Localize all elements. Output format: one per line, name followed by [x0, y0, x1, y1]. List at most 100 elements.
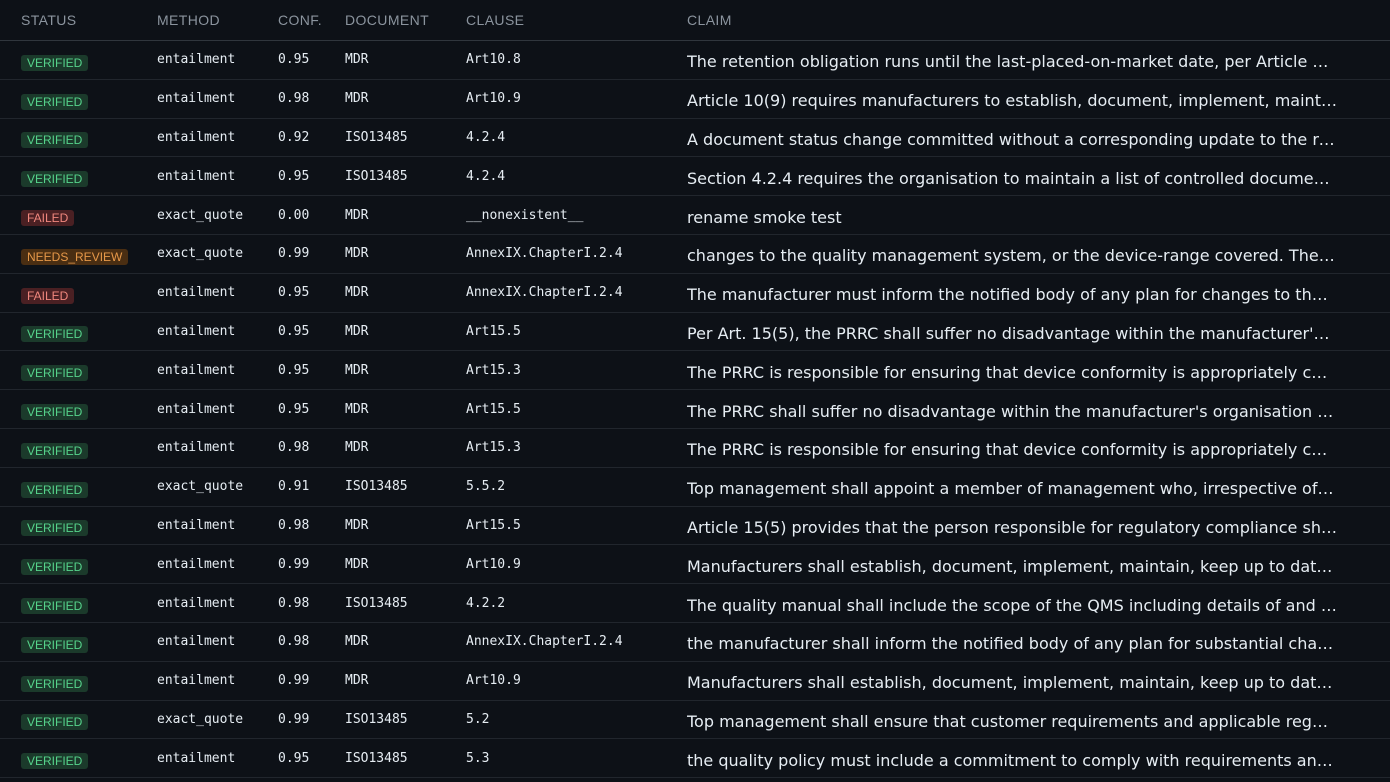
clause-cell: Art15.5 — [466, 323, 521, 339]
claim-text: Top management shall appoint a member of… — [687, 479, 1337, 499]
column-header-status[interactable]: STATUS — [0, 12, 157, 28]
status-cell: VERIFIED — [0, 553, 157, 576]
clause-cell: 4.2.2 — [466, 595, 506, 611]
table-row[interactable]: VERIFIED exact_quote 0.99 ISO13485 5.2 Top ma… — [0, 701, 1390, 740]
status-cell: VERIFIED — [0, 126, 157, 149]
table-row[interactable]: VERIFIED entailment 0.98 MDR Art15.3 The PRRC… — [0, 429, 1390, 468]
document-cell: MDR — [345, 673, 369, 689]
document-cell: ISO13485 — [345, 479, 408, 495]
confidence-cell: 0.99 — [278, 711, 310, 727]
status-badge: VERIFIED — [21, 132, 89, 149]
clause-cell: AnnexIX.ChapterI.2.4 — [466, 634, 623, 650]
claim-text: The PRRC is responsible for ensuring tha… — [687, 362, 1337, 382]
table-row[interactable]: NEEDS_REVIEW exact_quote 0.99 MDR AnnexIX.Ch… — [0, 235, 1390, 274]
status-cell: VERIFIED — [0, 165, 157, 188]
status-badge: VERIFIED — [21, 54, 89, 71]
claim-text: A document status change committed witho… — [687, 129, 1337, 149]
table-row[interactable]: VERIFIED entailment 0.95 MDR Art15.5 The PRRC… — [0, 390, 1390, 429]
confidence-cell: 0.99 — [278, 246, 310, 262]
method-cell: exact_quote — [157, 246, 244, 262]
method-cell: exact_quote — [157, 207, 244, 223]
claim-cell: Top management shall ensure that custome… — [687, 708, 1337, 731]
claim-cell: Manufacturers shall establish, document,… — [687, 553, 1337, 576]
table-row[interactable]: VERIFIED entailment 0.95 MDR Art15.3 The PRRC… — [0, 351, 1390, 391]
confidence-cell: 0.91 — [278, 479, 310, 495]
column-header-document[interactable]: DOCUMENT — [345, 12, 466, 28]
status-badge: VERIFIED — [21, 93, 89, 110]
confidence-cell: 0.95 — [278, 285, 310, 301]
table-row[interactable]: VERIFIED entailment 0.95 ISO13485 4.2.4 Secti… — [0, 157, 1390, 197]
table-row[interactable]: VERIFIED entailment 0.98 MDR Art10.9 Article … — [0, 80, 1390, 119]
column-header-method[interactable]: METHOD — [157, 12, 278, 28]
document-cell: MDR — [345, 634, 369, 650]
clause-cell: 5.2 — [466, 711, 490, 727]
claim-cell: The retention obligation runs until the … — [687, 48, 1337, 71]
table-row[interactable]: VERIFIED entailment 0.95 ISO13485 5.3 the qua… — [0, 739, 1390, 779]
status-badge: VERIFIED — [21, 753, 89, 770]
table-row[interactable]: VERIFIED entailment 0.98 MDR Art15.5 Article … — [0, 507, 1390, 546]
document-cell: ISO13485 — [345, 129, 408, 145]
table-row[interactable]: VERIFIED entailment 0.99 MDR Art10.9 Manufact… — [0, 662, 1390, 701]
column-header-clause[interactable]: CLAUSE — [466, 12, 687, 28]
column-header-claim[interactable]: CLAIM — [687, 12, 1337, 28]
table-row[interactable]: VERIFIED entailment 0.95 MDR Art10.8 The rete… — [0, 41, 1390, 80]
confidence-cell: 0.95 — [278, 362, 310, 378]
status-cell: VERIFIED — [0, 631, 157, 653]
status-cell: NEEDS_REVIEW — [0, 243, 157, 265]
document-cell: MDR — [345, 362, 369, 378]
confidence-cell: 0.95 — [278, 323, 310, 339]
status-badge: VERIFIED — [21, 442, 89, 459]
claim-cell: Article 15(5) provides that the person r… — [687, 514, 1337, 537]
clause-cell: 5.3 — [466, 750, 490, 766]
table-row[interactable]: FAILED exact_quote 0.00 MDR __nonexistent__ r… — [0, 196, 1390, 235]
table-row[interactable]: FAILED entailment 0.95 MDR AnnexIX.ChapterI.… — [0, 274, 1390, 313]
clause-cell: Art15.3 — [466, 440, 521, 456]
claim-text: the manufacturer shall inform the notifi… — [687, 634, 1337, 654]
status-badge: VERIFIED — [21, 598, 89, 615]
status-badge: FAILED — [21, 210, 75, 227]
document-cell: MDR — [345, 52, 369, 68]
clause-cell: 4.2.4 — [466, 129, 506, 145]
clause-cell: Art10.9 — [466, 556, 521, 572]
confidence-cell: 0.95 — [278, 52, 310, 68]
claim-text: Article 10(9) requires manufacturers to … — [687, 91, 1337, 111]
claim-text: The PRRC shall suffer no disadvantage wi… — [687, 401, 1337, 421]
status-badge: VERIFIED — [21, 636, 89, 653]
status-badge: VERIFIED — [21, 714, 89, 731]
table-body: VERIFIED entailment 0.95 MDR Art10.8 The rete… — [0, 41, 1390, 779]
method-cell: entailment — [157, 362, 236, 378]
claim-text: Section 4.2.4 requires the organisation … — [687, 168, 1337, 188]
claim-text: The quality manual shall include the sco… — [687, 595, 1337, 615]
column-header-confidence[interactable]: CONF. — [278, 12, 345, 28]
status-cell: FAILED — [0, 282, 157, 304]
status-cell: VERIFIED — [0, 476, 157, 498]
method-cell: entailment — [157, 673, 236, 689]
document-cell: MDR — [345, 246, 369, 262]
confidence-cell: 0.99 — [278, 673, 310, 689]
table-header: STATUS METHOD CONF. DOCUMENT CLAUSE CLAI… — [0, 0, 1390, 41]
table-row[interactable]: VERIFIED entailment 0.99 MDR Art10.9 Manufact… — [0, 545, 1390, 585]
claim-cell: The PRRC shall suffer no disadvantage wi… — [687, 398, 1337, 421]
claim-cell: Manufacturers shall establish, document,… — [687, 669, 1337, 692]
method-cell: exact_quote — [157, 711, 244, 727]
clause-cell: __nonexistent__ — [466, 207, 584, 223]
table-row[interactable]: VERIFIED exact_quote 0.91 ISO13485 5.5.2 Top … — [0, 468, 1390, 507]
table-row[interactable]: VERIFIED entailment 0.95 MDR Art15.5 Per Art.… — [0, 313, 1390, 352]
confidence-cell: 0.98 — [278, 517, 310, 533]
table-row[interactable]: VERIFIED entailment 0.92 ISO13485 4.2.4 A doc… — [0, 119, 1390, 158]
status-cell: VERIFIED — [0, 514, 157, 537]
table-row[interactable]: VERIFIED entailment 0.98 MDR AnnexIX.Chapter… — [0, 623, 1390, 662]
claim-text: Manufacturers shall establish, document,… — [687, 556, 1337, 576]
method-cell: exact_quote — [157, 479, 244, 495]
document-cell: MDR — [345, 91, 369, 107]
claim-cell: The PRRC is responsible for ensuring tha… — [687, 436, 1337, 459]
status-cell: VERIFIED — [0, 320, 157, 343]
table-row[interactable]: VERIFIED entailment 0.98 ISO13485 4.2.2 The q… — [0, 584, 1390, 623]
method-cell: entailment — [157, 595, 236, 611]
claim-cell: The PRRC is responsible for ensuring tha… — [687, 359, 1337, 382]
confidence-cell: 0.92 — [278, 129, 310, 145]
claim-text: Top management shall ensure that custome… — [687, 711, 1337, 731]
confidence-cell: 0.98 — [278, 634, 310, 650]
claim-cell: the quality policy must include a commit… — [687, 747, 1337, 770]
method-cell: entailment — [157, 285, 236, 301]
